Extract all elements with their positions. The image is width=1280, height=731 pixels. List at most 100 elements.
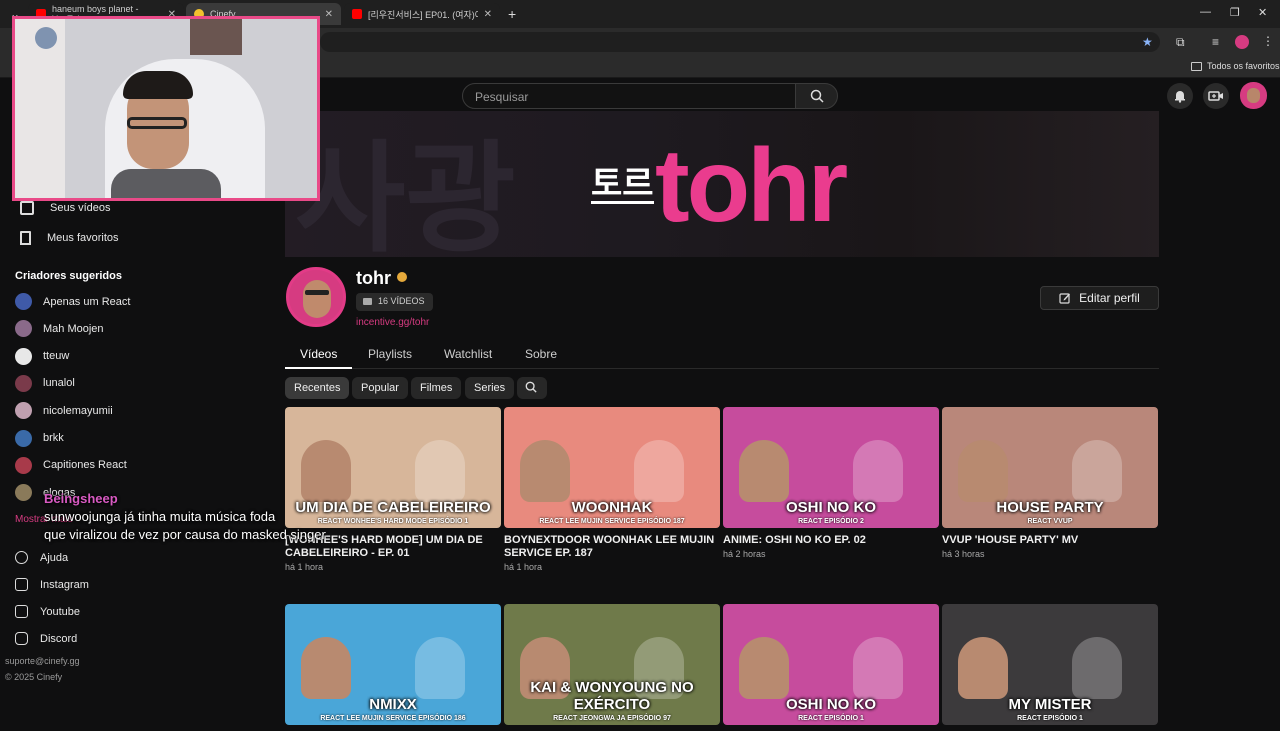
figurine xyxy=(35,27,57,49)
close-window-icon[interactable]: ✕ xyxy=(1258,6,1267,19)
notifications-button[interactable] xyxy=(1167,83,1193,109)
video-thumbnail[interactable]: OSHI NO KO REACT EPISÓDIO 1 xyxy=(723,604,939,725)
creator-avatar xyxy=(15,347,32,365)
youtube-icon xyxy=(15,605,28,618)
thumbnail-subtitle: REACT EPISÓDIO 2 xyxy=(798,518,864,525)
nav-favorites[interactable]: Meus favoritos xyxy=(20,231,119,245)
video-thumbnail[interactable]: HOUSE PARTY REACT VVUP xyxy=(942,407,1158,528)
filter-popular[interactable]: Popular xyxy=(352,377,408,399)
thumbnail-title: MY MISTER xyxy=(1008,696,1092,713)
instagram-icon xyxy=(15,578,28,591)
filter-search-button[interactable] xyxy=(517,377,547,399)
new-tab-button[interactable]: + xyxy=(508,6,516,22)
copyright: © 2025 Cinefy xyxy=(5,672,63,682)
webcam-overlay xyxy=(12,16,320,201)
creator-item[interactable]: Mah Moojen xyxy=(15,320,104,338)
filter-recent[interactable]: Recentes xyxy=(285,377,350,399)
extensions-icon[interactable]: ⧉ xyxy=(1176,35,1185,50)
thumbnail-figure xyxy=(634,440,684,502)
video-thumbnail[interactable]: WOONHAK REACT LEE MUJIN SERVICE EPISÓDIO … xyxy=(504,407,720,528)
tab-watchlist[interactable]: Watchlist xyxy=(444,347,492,361)
media-icon[interactable]: ≡ xyxy=(1212,35,1219,49)
thumbnail-title: HOUSE PARTY xyxy=(996,499,1104,516)
creator-item[interactable]: lunalol xyxy=(15,374,75,392)
bookmark-icon xyxy=(20,231,31,245)
streamer-hair xyxy=(123,71,193,99)
video-title[interactable]: ANIME: OSHI NO KO EP. 02 xyxy=(723,534,939,547)
reactor-face xyxy=(520,440,570,502)
edit-profile-label: Editar perfil xyxy=(1079,291,1140,305)
browser-tab-3[interactable]: [리우진서비스] EP01. (여자)아이들 ✕ xyxy=(344,3,500,25)
creator-item[interactable]: nicolemayumii xyxy=(15,402,113,420)
thumbnail-figure xyxy=(853,440,903,502)
video-count-text: 16 VÍDEOS xyxy=(378,296,425,306)
creator-item[interactable]: Apenas um React xyxy=(15,293,130,310)
filter-movies[interactable]: Filmes xyxy=(411,377,462,399)
video-time: há 3 horas xyxy=(942,549,985,559)
thumbnail-subtitle: REACT LEE MUJIN SERVICE EPISÓDIO 186 xyxy=(320,715,466,722)
nav-your-videos[interactable]: Seus vídeos xyxy=(20,201,111,215)
all-bookmarks-link[interactable]: Todos os favoritos xyxy=(1207,61,1280,71)
creator-item[interactable]: tteuw xyxy=(15,347,70,365)
thumbnail-subtitle: REACT VVUP xyxy=(1027,518,1073,525)
video-thumbnail[interactable]: MY MISTER REACT EPISÓDIO 1 xyxy=(942,604,1158,725)
close-icon[interactable]: ✕ xyxy=(484,9,492,20)
creator-name: brkk xyxy=(43,432,64,444)
channel-avatar[interactable] xyxy=(286,267,346,327)
close-icon[interactable]: ✕ xyxy=(325,9,333,20)
creator-name: nicolemayumii xyxy=(43,404,113,417)
video-card[interactable]: OSHI NO KO REACT EPISÓDIO 1 xyxy=(723,604,939,731)
thumbnail-subtitle: REACT EPISÓDIO 1 xyxy=(1017,715,1083,722)
upload-video-button[interactable] xyxy=(1203,83,1229,109)
video-title[interactable]: VVUP 'HOUSE PARTY' MV xyxy=(942,534,1158,547)
search-input[interactable]: Pesquisar xyxy=(462,83,796,109)
support-email[interactable]: suporte@cinefy.gg xyxy=(5,656,80,666)
minimize-icon[interactable]: — xyxy=(1200,6,1211,18)
channel-link[interactable]: incentive.gg/tohr xyxy=(356,317,429,328)
search-button[interactable] xyxy=(795,83,838,109)
thumbnail-subtitle: REACT JEONGWA JA EPISÓDIO 97 xyxy=(553,715,671,722)
poster xyxy=(190,19,242,55)
tab-title: [리우진서비스] EP01. (여자)아이들 xyxy=(368,9,478,20)
edit-icon xyxy=(1059,293,1071,304)
tab-playlists[interactable]: Playlists xyxy=(368,347,412,361)
nav-label: Seus vídeos xyxy=(50,202,111,214)
menu-icon[interactable]: ⋮ xyxy=(1262,34,1274,48)
thumbnail-figure xyxy=(853,637,903,699)
streamer-glasses xyxy=(127,117,187,129)
footer-link-instagram[interactable]: Instagram xyxy=(15,578,89,591)
video-thumbnail[interactable]: OSHI NO KO REACT EPISÓDIO 2 xyxy=(723,407,939,528)
chat-username: Beingsheep xyxy=(44,491,118,506)
folder-icon xyxy=(1191,62,1202,71)
video-card[interactable]: HOUSE PARTY REACT VVUP VVUP 'HOUSE PARTY' … xyxy=(942,407,1158,559)
video-count-badge: 16 VÍDEOS xyxy=(356,293,433,311)
tab-about[interactable]: Sobre xyxy=(525,347,557,361)
edit-profile-button[interactable]: Editar perfil xyxy=(1040,286,1159,310)
creator-name: tteuw xyxy=(43,350,70,363)
creator-item[interactable]: Capitiones React xyxy=(15,456,127,474)
footer-link-help[interactable]: Ajuda xyxy=(15,551,68,564)
video-card[interactable]: OSHI NO KO REACT EPISÓDIO 2 ANIME: OSHI NO… xyxy=(723,407,939,559)
video-time: há 1 hora xyxy=(285,562,324,572)
footer-link-discord[interactable]: Discord xyxy=(15,632,77,645)
video-card[interactable]: WOONHAK REACT LEE MUJIN SERVICE EPISÓDIO … xyxy=(504,407,720,572)
filter-series[interactable]: Series xyxy=(465,377,515,399)
video-card[interactable]: KAI & WONYOUNG NO EXÉRCITO REACT JEONGWA … xyxy=(504,604,720,731)
address-bar[interactable] xyxy=(320,32,1160,52)
star-icon[interactable]: ★ xyxy=(1142,35,1153,49)
footer-link-youtube[interactable]: Youtube xyxy=(15,605,80,618)
video-title[interactable]: BOYNEXTDOOR WOONHAK LEE MUJIN SERVICE EP… xyxy=(504,534,720,560)
creator-avatar xyxy=(15,484,32,502)
video-card[interactable]: NMIXX REACT LEE MUJIN SERVICE EPISÓDIO 18… xyxy=(285,604,501,731)
profile-avatar[interactable] xyxy=(1235,35,1249,49)
video-thumbnail[interactable]: KAI & WONYOUNG NO EXÉRCITO REACT JEONGWA … xyxy=(504,604,720,725)
suggested-creators-title: Criadores sugeridos xyxy=(15,270,122,282)
creator-item[interactable]: brkk xyxy=(15,429,64,447)
video-card[interactable]: MY MISTER REACT EPISÓDIO 1 xyxy=(942,604,1158,731)
user-avatar[interactable] xyxy=(1240,82,1267,109)
thumbnail-title: OSHI NO KO xyxy=(785,696,876,713)
tab-videos[interactable]: Vídeos xyxy=(300,347,337,361)
maximize-icon[interactable]: ❐ xyxy=(1230,6,1240,19)
video-thumbnail[interactable]: NMIXX REACT LEE MUJIN SERVICE EPISÓDIO 18… xyxy=(285,604,501,725)
avatar-face xyxy=(1247,88,1260,103)
